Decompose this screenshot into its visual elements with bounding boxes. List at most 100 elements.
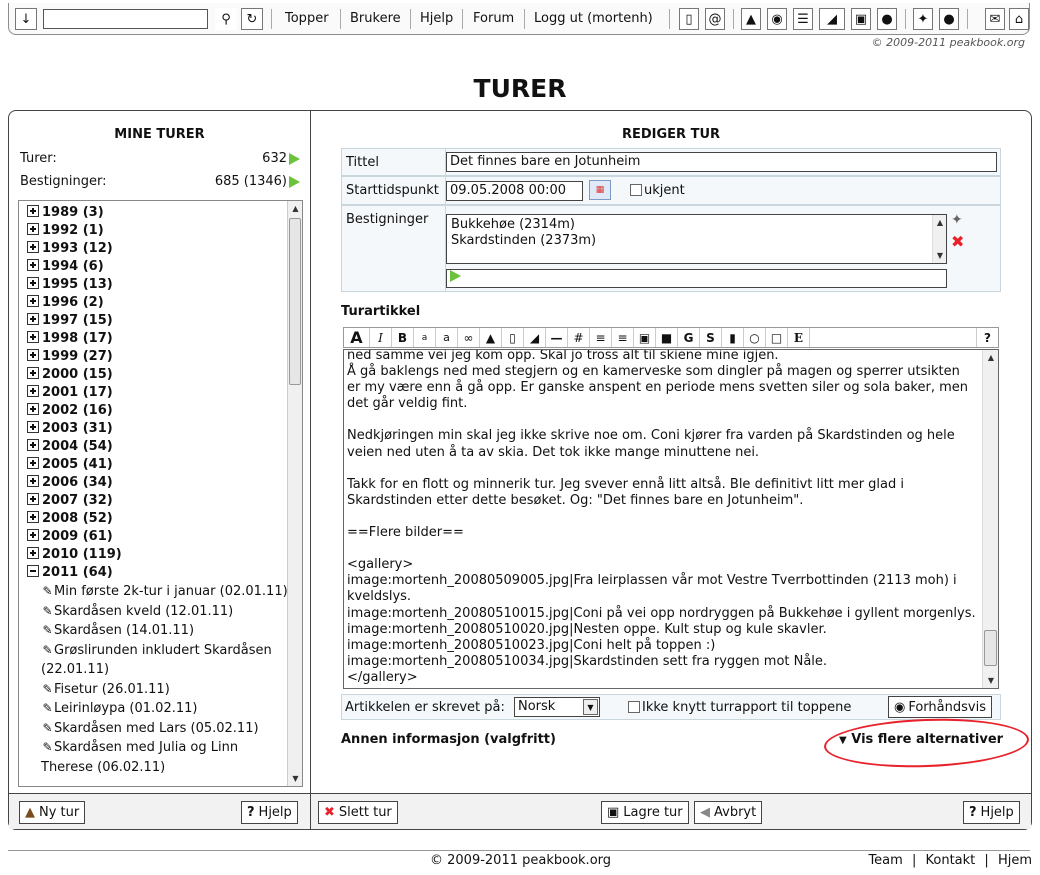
trip-item[interactable]: ✎Skardåsen kveld (12.01.11) (19, 602, 289, 622)
checkbox-box[interactable] (628, 701, 640, 713)
year-node[interactable]: 2006 (34) (19, 474, 289, 492)
link-team[interactable]: Team (868, 853, 902, 868)
trip-item[interactable]: ✎Skardåsen med Lars (05.02.11) (19, 719, 289, 739)
trip-item[interactable]: ✎Leirinløypa (01.02.11) (19, 699, 289, 719)
year-node[interactable]: 2002 (16) (19, 402, 289, 420)
search-icon[interactable]: ⚲ (215, 8, 237, 30)
nav-forum[interactable]: Forum (473, 11, 514, 26)
bold-icon[interactable]: B (392, 328, 414, 347)
expand-icon[interactable] (27, 511, 39, 523)
delete-icon[interactable]: ✖ (951, 232, 964, 251)
pin-icon[interactable]: ✦ (951, 212, 963, 228)
film-icon[interactable]: ▮ (722, 328, 744, 347)
trip-label[interactable]: Fisetur (26.01.11) (54, 682, 170, 697)
no-link-checkbox[interactable]: Ikke knytt turrapport til toppene (628, 700, 851, 715)
image-icon[interactable]: ▣ (851, 8, 871, 30)
year-node[interactable]: 2000 (15) (19, 366, 289, 384)
ascent-item[interactable]: Skardstinden (2373m) (451, 233, 942, 249)
year-node[interactable]: 1998 (17) (19, 330, 289, 348)
help-icon[interactable]: ? (976, 328, 998, 347)
expand-icon[interactable] (27, 331, 39, 343)
calendar-icon[interactable]: ▦ (589, 180, 611, 200)
ball-icon[interactable]: ● (939, 8, 959, 30)
trip-item[interactable]: ✎Fisetur (26.01.11) (19, 680, 289, 700)
expand-icon[interactable] (27, 475, 39, 487)
subscript-icon[interactable]: a (436, 328, 458, 347)
ascent-add-input[interactable] (446, 269, 947, 288)
pin-icon[interactable]: ✦ (913, 8, 933, 30)
trip-item[interactable]: ✎Min første 2k-tur i januar (02.01.11) (19, 582, 289, 602)
tree-scrollbar[interactable]: ▲ ▼ (287, 201, 302, 786)
boot-icon[interactable]: ◢ (819, 8, 845, 30)
expand-icon[interactable] (27, 529, 39, 541)
numbered-list-icon[interactable]: ≡ (612, 328, 634, 347)
trip-label[interactable]: Min første 2k-tur i januar (02.01.11) (54, 584, 288, 599)
expand-icon[interactable] (27, 421, 39, 433)
play-icon[interactable] (450, 270, 461, 282)
expand-icon[interactable] (27, 223, 39, 235)
save-trip-button[interactable]: ▣ Lagre tur (601, 801, 689, 824)
unknown-checkbox[interactable]: ukjent (630, 183, 685, 198)
nav-logout[interactable]: Logg ut (mortenh) (534, 11, 653, 26)
expand-icon[interactable] (27, 313, 39, 325)
expand-icon[interactable] (27, 385, 39, 397)
year-node[interactable]: 1995 (13) (19, 276, 289, 294)
checkbox-box[interactable] (630, 184, 642, 196)
language-select[interactable]: Norsk ▼ (514, 697, 600, 717)
expand-icon[interactable] (27, 403, 39, 415)
expand-icon[interactable] (27, 295, 39, 307)
nav-brukere[interactable]: Brukere (350, 11, 401, 26)
phone-icon[interactable]: ▯ (502, 328, 524, 347)
chat-icon[interactable]: ● (877, 8, 897, 30)
trip-label[interactable]: Skardåsen med Julia og Linn Therese (06.… (41, 740, 238, 775)
page-icon[interactable]: □ (766, 328, 788, 347)
italic-icon[interactable]: I (370, 328, 392, 347)
image-icon[interactable]: ▣ (634, 328, 656, 347)
link-icon[interactable]: ∞ (458, 328, 480, 347)
chevron-down-icon[interactable]: ▼ (583, 699, 598, 715)
refresh-icon[interactable]: ↻ (241, 8, 263, 30)
year-node[interactable]: 2003 (31) (19, 420, 289, 438)
link-kontakt[interactable]: Kontakt (926, 853, 976, 868)
ascent-item[interactable]: Bukkehøe (2314m) (451, 217, 942, 233)
year-node[interactable]: 1993 (12) (19, 240, 289, 258)
year-node[interactable]: 1989 (3) (19, 204, 289, 222)
start-input[interactable]: 09.05.2008 00:00 (446, 181, 583, 201)
play-icon[interactable] (289, 176, 300, 188)
year-node[interactable]: 2001 (17) (19, 384, 289, 402)
trip-label[interactable]: Leirinløypa (01.02.11) (54, 701, 197, 716)
expand-icon[interactable] (27, 349, 39, 361)
expand-icon[interactable] (27, 457, 39, 469)
play-icon[interactable] (289, 153, 300, 165)
font-size-icon[interactable]: A (344, 328, 370, 347)
year-node[interactable]: 2004 (54) (19, 438, 289, 456)
expand-icon[interactable] (27, 439, 39, 451)
mountain-icon[interactable]: ▲ (741, 8, 761, 30)
trip-label[interactable]: Grøslirunden inkludert Skardåsen (22.01.… (41, 643, 272, 678)
trip-label[interactable]: Skardåsen kveld (12.01.11) (54, 604, 233, 619)
year-node[interactable]: 1997 (15) (19, 312, 289, 330)
nav-hjelp[interactable]: Hjelp (420, 11, 453, 26)
home-icon[interactable]: ⌂ (1009, 8, 1029, 30)
nav-topper[interactable]: Topper (285, 11, 329, 26)
expand-icon[interactable] (27, 205, 39, 217)
year-node[interactable]: 1999 (27) (19, 348, 289, 366)
code-icon[interactable]: ○ (744, 328, 766, 347)
year-node[interactable]: 2008 (52) (19, 510, 289, 528)
expand-icon[interactable] (27, 547, 39, 559)
expand-icon[interactable] (27, 259, 39, 271)
article-editor[interactable]: ned samme vei jeg kom opp. Skal jo tross… (343, 349, 999, 689)
year-node[interactable]: 1992 (1) (19, 222, 289, 240)
new-trip-button[interactable]: ▲ Ny tur (19, 801, 86, 824)
right-help-button[interactable]: ? Hjelp (963, 801, 1020, 824)
article-text[interactable]: ned samme vei jeg kom opp. Skal jo tross… (347, 350, 977, 686)
collapse-icon[interactable] (27, 565, 39, 577)
at-icon[interactable]: @ (705, 8, 725, 30)
year-node[interactable]: 2011 (64) (19, 564, 289, 582)
boot-icon[interactable]: ◢ (524, 328, 546, 347)
delete-trip-button[interactable]: ✖ Slett tur (318, 801, 398, 824)
tree-icon[interactable]: ■ (656, 328, 678, 347)
year-node[interactable]: 2010 (119) (19, 546, 289, 564)
year-node[interactable]: 2005 (41) (19, 456, 289, 474)
year-node[interactable]: 1994 (6) (19, 258, 289, 276)
